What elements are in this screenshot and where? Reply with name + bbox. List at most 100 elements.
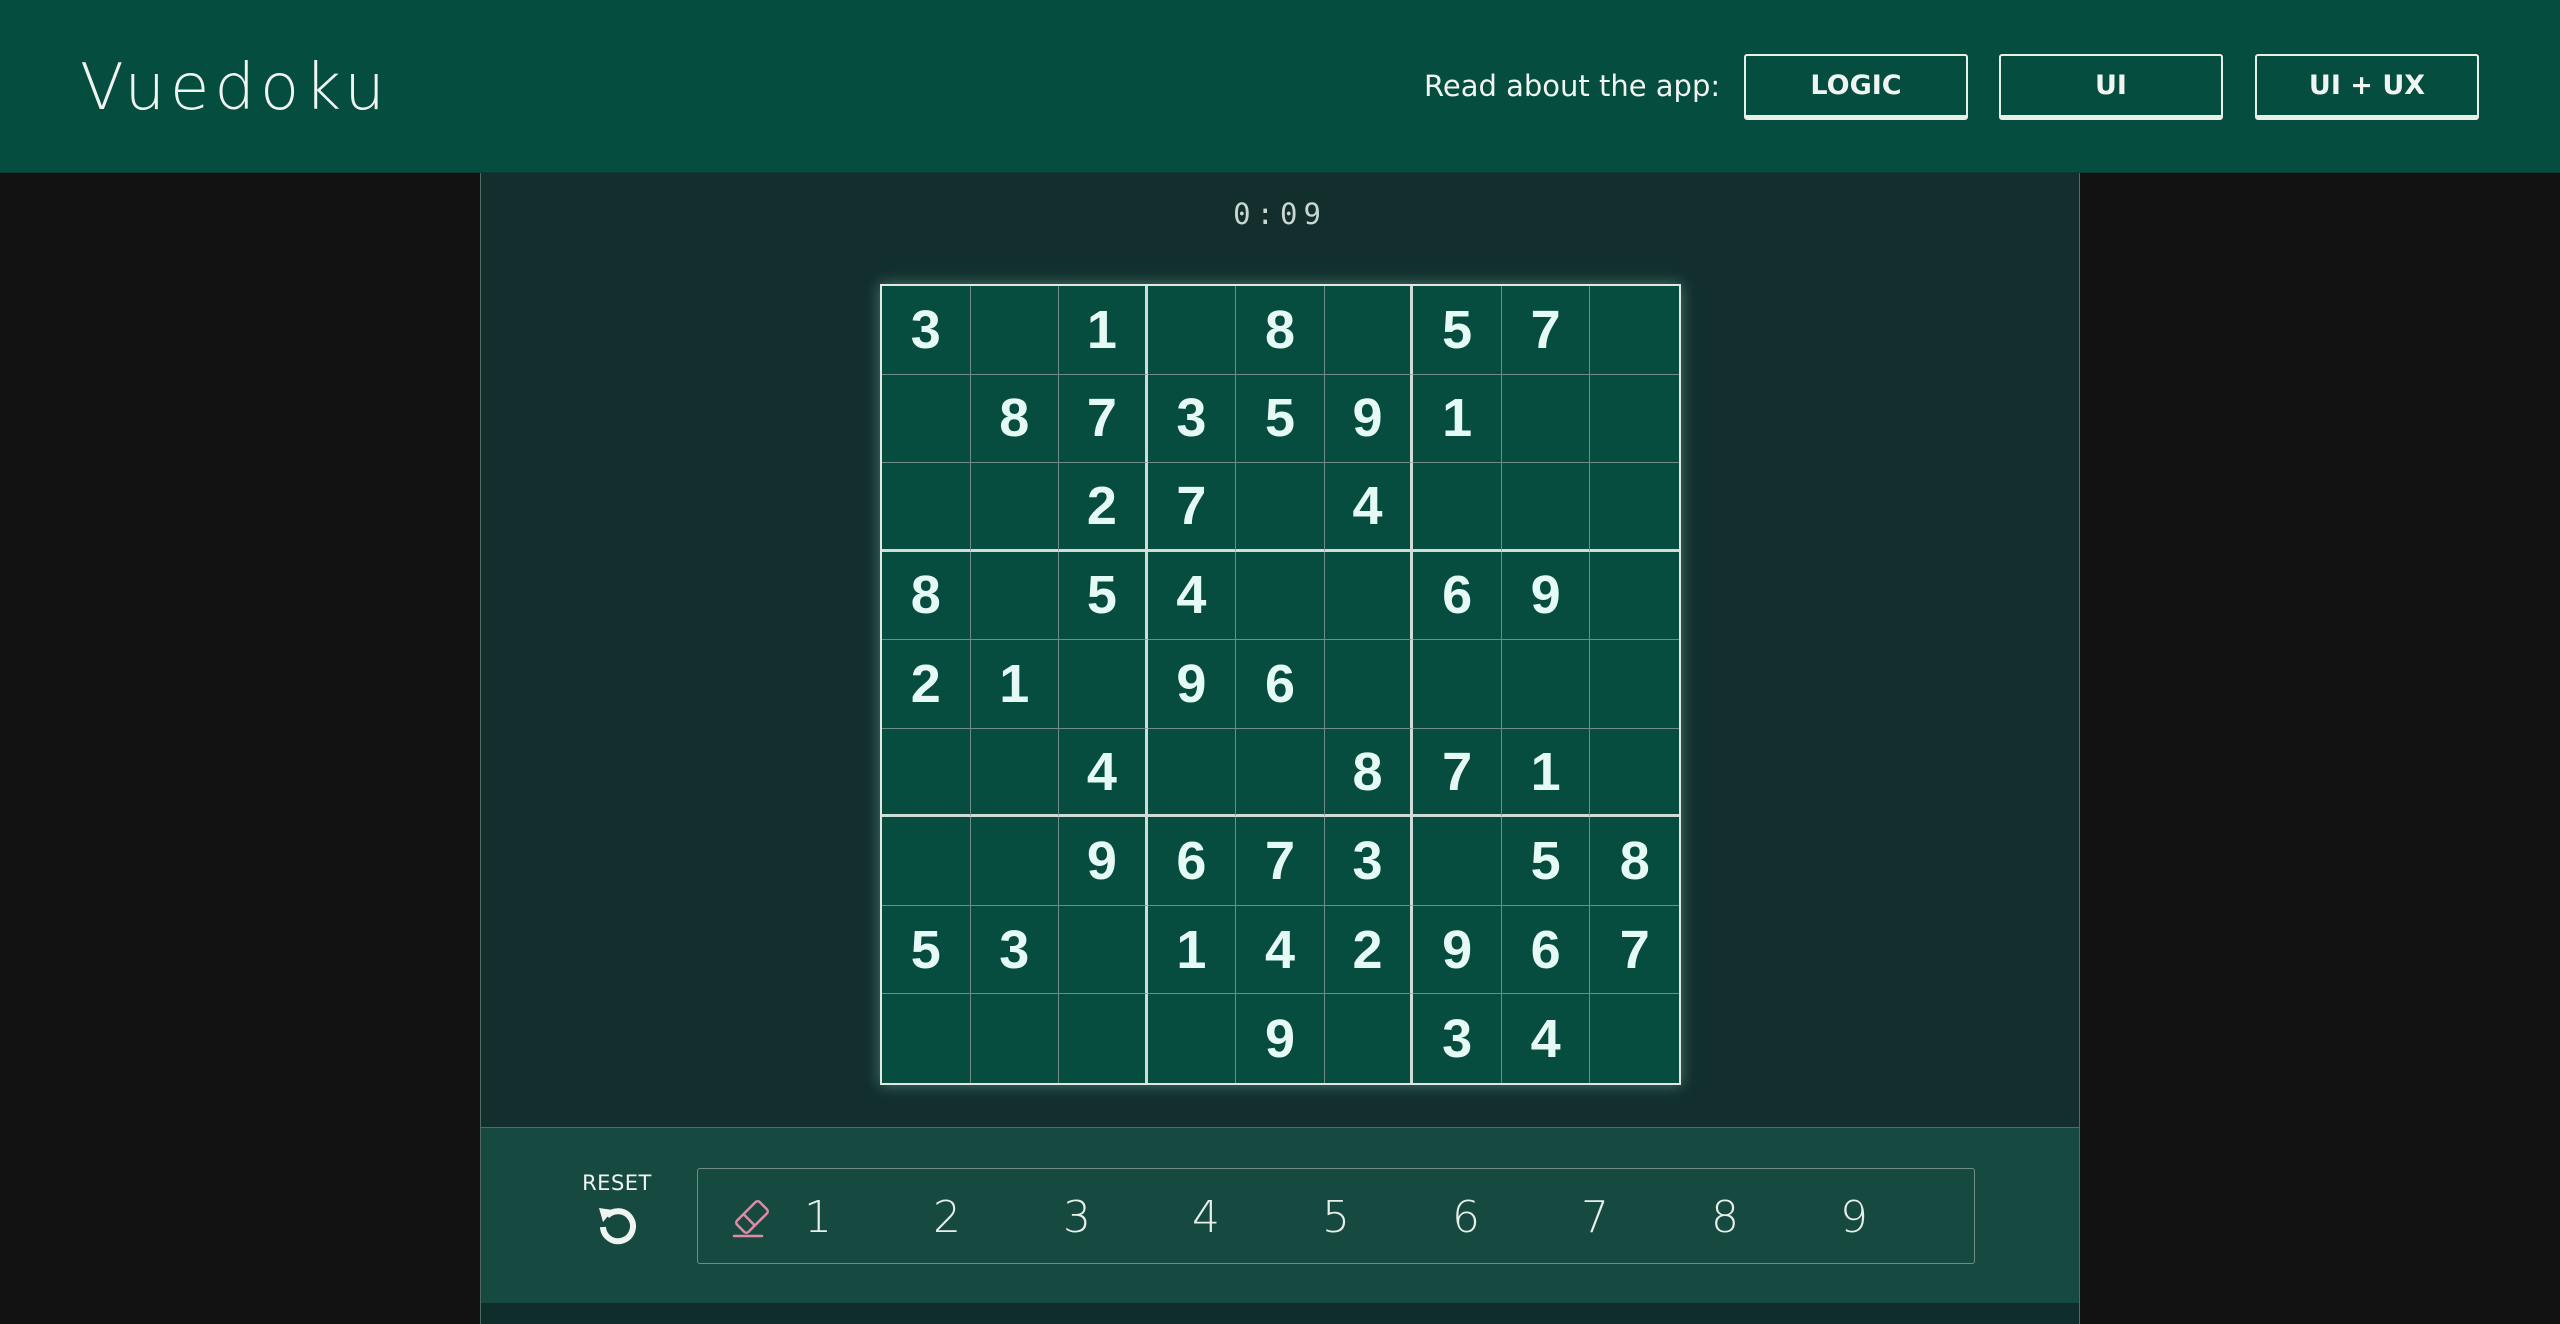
number-button-2[interactable]: 2: [917, 1189, 977, 1245]
sudoku-cell[interactable]: 6: [1413, 551, 1502, 641]
sudoku-cell[interactable]: 8: [882, 551, 971, 641]
number-button-8[interactable]: 8: [1695, 1189, 1755, 1245]
sudoku-cell[interactable]: 9: [1413, 905, 1502, 995]
sudoku-cell[interactable]: [1501, 374, 1591, 464]
ui-button[interactable]: UI: [1999, 54, 2223, 120]
sudoku-cell[interactable]: [1325, 994, 1414, 1083]
reset-label: RESET: [582, 1171, 652, 1195]
sudoku-cell[interactable]: 2: [882, 640, 971, 729]
sudoku-cell[interactable]: [1590, 552, 1679, 641]
number-button-4[interactable]: 4: [1176, 1189, 1236, 1245]
ui-ux-button[interactable]: UI + UX: [2255, 54, 2479, 120]
sudoku-cell[interactable]: [1324, 640, 1414, 729]
sudoku-cell[interactable]: 7: [1059, 374, 1148, 464]
sudoku-cell[interactable]: [1590, 375, 1679, 464]
sudoku-cell[interactable]: 2: [1059, 463, 1148, 552]
sudoku-cell[interactable]: [1501, 640, 1591, 729]
sudoku-cell[interactable]: 3: [970, 905, 1060, 995]
game-panel: 0:09 31857873591274854692196487196735853…: [480, 173, 2080, 1324]
sudoku-cell[interactable]: 7: [1147, 463, 1237, 552]
sudoku-cell[interactable]: 7: [1590, 906, 1679, 995]
sudoku-cell[interactable]: 8: [1236, 286, 1325, 375]
sudoku-cell[interactable]: [1413, 640, 1502, 729]
sudoku-cell[interactable]: [1501, 463, 1591, 552]
sudoku-cell[interactable]: 4: [1059, 728, 1148, 818]
sudoku-cell[interactable]: 6: [1147, 817, 1237, 906]
sudoku-cell[interactable]: [1413, 817, 1502, 906]
sudoku-cell[interactable]: [1148, 994, 1237, 1083]
sudoku-cell[interactable]: 5: [1501, 817, 1591, 906]
sudoku-cell[interactable]: 4: [1236, 905, 1325, 995]
sudoku-cell[interactable]: [1059, 640, 1148, 729]
number-button-7[interactable]: 7: [1565, 1189, 1625, 1245]
sudoku-cell[interactable]: 8: [1324, 728, 1414, 818]
sudoku-cell[interactable]: [1236, 463, 1325, 552]
sudoku-cell[interactable]: [970, 817, 1060, 906]
number-button-9[interactable]: 9: [1824, 1189, 1884, 1245]
sudoku-cell[interactable]: 6: [1501, 905, 1591, 995]
sudoku-cell[interactable]: 2: [1324, 905, 1414, 995]
sudoku-cell[interactable]: 9: [1236, 994, 1325, 1083]
sudoku-cell[interactable]: [970, 463, 1060, 552]
sudoku-cell[interactable]: 9: [1501, 551, 1591, 641]
number-button-6[interactable]: 6: [1436, 1189, 1496, 1245]
sudoku-cell[interactable]: 1: [1501, 728, 1591, 818]
sudoku-cell[interactable]: 1: [1059, 286, 1148, 375]
sudoku-cell[interactable]: 5: [1236, 374, 1325, 464]
sudoku-cell[interactable]: [1324, 286, 1414, 375]
sudoku-cell[interactable]: 9: [1324, 374, 1414, 464]
sudoku-cell[interactable]: 1: [970, 640, 1060, 729]
sudoku-cell[interactable]: [1147, 728, 1237, 818]
sudoku-cell[interactable]: 3: [1324, 817, 1414, 906]
sudoku-cell[interactable]: [1413, 463, 1502, 552]
sudoku-cell[interactable]: 7: [1236, 817, 1325, 906]
sudoku-cell[interactable]: [1590, 463, 1679, 552]
sudoku-cell[interactable]: [1147, 286, 1237, 375]
sudoku-cell[interactable]: 4: [1324, 463, 1414, 552]
sudoku-cell[interactable]: [1590, 729, 1679, 818]
sudoku-cell[interactable]: [1059, 905, 1148, 995]
sudoku-cell[interactable]: 8: [970, 374, 1060, 464]
sudoku-cell[interactable]: [1236, 551, 1325, 641]
sudoku-cell[interactable]: [970, 551, 1060, 641]
sudoku-cell[interactable]: 5: [1413, 286, 1502, 375]
sudoku-cell[interactable]: 3: [1147, 374, 1237, 464]
sudoku-cell[interactable]: 7: [1413, 728, 1502, 818]
sudoku-cell[interactable]: [1059, 994, 1148, 1083]
sudoku-cell[interactable]: [970, 728, 1060, 818]
number-button-3[interactable]: 3: [1047, 1189, 1107, 1245]
sudoku-cell[interactable]: 1: [1413, 374, 1502, 464]
number-button-1[interactable]: 1: [788, 1189, 848, 1245]
sudoku-cell[interactable]: [971, 994, 1060, 1083]
sudoku-cell[interactable]: [882, 817, 971, 906]
sudoku-cell[interactable]: 4: [1502, 994, 1591, 1083]
sudoku-cell[interactable]: [882, 728, 971, 818]
sudoku-cell[interactable]: [882, 463, 971, 552]
sudoku-cell[interactable]: 8: [1590, 817, 1679, 906]
sudoku-cell[interactable]: 3: [882, 286, 971, 375]
sudoku-cell[interactable]: 6: [1236, 640, 1325, 729]
sudoku-cell[interactable]: 7: [1501, 286, 1591, 375]
eraser-icon[interactable]: [728, 1193, 776, 1241]
sudoku-cell[interactable]: 5: [1059, 551, 1148, 641]
sudoku-cell[interactable]: 4: [1147, 551, 1237, 641]
logic-button[interactable]: LOGIC: [1744, 54, 1968, 120]
sudoku-cell[interactable]: [1590, 994, 1679, 1083]
sudoku-cell[interactable]: [1590, 640, 1679, 729]
sudoku-cell[interactable]: 9: [1059, 817, 1148, 906]
sudoku-cell[interactable]: 9: [1147, 640, 1237, 729]
sudoku-cell[interactable]: [882, 994, 971, 1083]
number-button-5[interactable]: 5: [1306, 1189, 1366, 1245]
sudoku-cell[interactable]: [970, 286, 1060, 375]
sudoku-board: 3185787359127485469219648719673585314296…: [880, 284, 1681, 1085]
sudoku-cell[interactable]: [1324, 551, 1414, 641]
sudoku-cell[interactable]: 1: [1147, 905, 1237, 995]
sudoku-cell[interactable]: 5: [882, 905, 971, 995]
app-logo[interactable]: Vuedoku: [80, 48, 390, 128]
sudoku-cell[interactable]: [1590, 286, 1679, 375]
read-about-label: Read about the app:: [1424, 69, 1721, 103]
sudoku-cell[interactable]: 3: [1413, 994, 1502, 1083]
sudoku-cell[interactable]: [1236, 728, 1325, 818]
reset-button[interactable]: RESET: [577, 1168, 657, 1248]
sudoku-cell[interactable]: [882, 374, 971, 464]
